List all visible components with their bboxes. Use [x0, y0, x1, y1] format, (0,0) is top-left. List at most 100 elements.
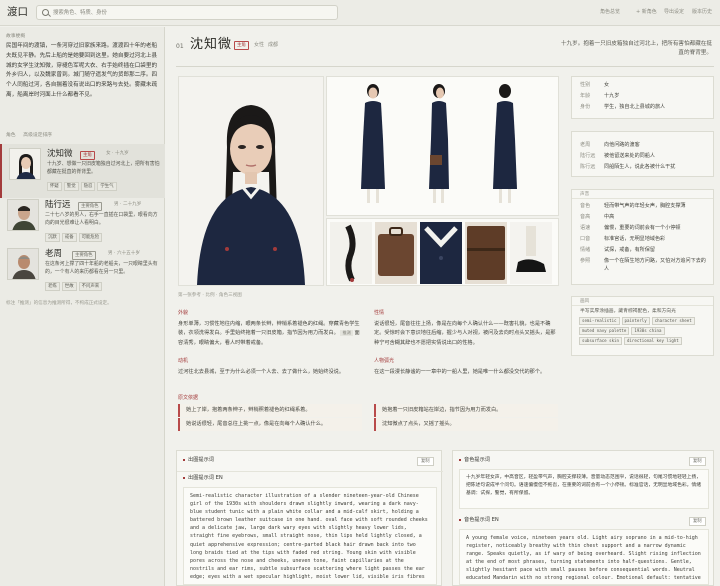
style-chip: subsurface skin	[579, 337, 622, 346]
voice-row: 情绪 试探，戒备，有所保留	[580, 247, 655, 253]
relation-row: 陆行远 被他留送来处的同船人	[580, 153, 655, 159]
character-desc: 二十七八岁的男人，右手一直插在口袋里，眼看向方向的目光很难让人看明白。	[45, 212, 158, 226]
temperament-heading: 性情	[374, 310, 385, 316]
toplink-export[interactable]: 导出设定	[664, 9, 684, 17]
character-desc: 十九岁、想做一只旧皮箱独自过河北上，把所有害怕都藏在挺直的脊背里。	[47, 161, 160, 175]
source-quote: 沈知微点了点头，又摇了摇头。	[374, 418, 558, 431]
character-card-shen[interactable]: 沈知微 主角 女 · 十九岁 十九岁、想做一只旧皮箱独自过河北上，把所有害怕都藏…	[0, 144, 165, 198]
relation-row: 老周 向他问路的渡客	[580, 142, 640, 148]
role-badge: 主角	[234, 41, 249, 50]
image-prompt-box: 出图提示词 复制 出图提示词 EN Semi-realistic charact…	[176, 450, 443, 586]
source-quote: 她抱着一只旧皮箱站在岸边，指节因为用力而发白。	[374, 404, 558, 417]
character-number: 01	[176, 43, 184, 50]
style-chip: painterly	[621, 317, 650, 326]
suitcase-corner-detail	[465, 222, 507, 284]
search-placeholder: 搜索角色、特质、身份	[53, 10, 107, 16]
copy-button[interactable]: 复制	[689, 457, 706, 466]
voice-row: 语速 偏慢，重要的词前会有一个小停顿	[580, 225, 681, 231]
style-chip: 1930s china	[631, 327, 665, 336]
character-card-zhou[interactable]: 老周 主要角色 男 · 六十五十岁 在这条河上撑了四十年船的老船夫，一只眼睛里头…	[0, 244, 165, 298]
voice-prompt-en-text[interactable]: A young female voice, nineteen years old…	[459, 529, 709, 585]
style-chip: semi-realistic	[579, 317, 620, 326]
appearance-text: 身形单薄，习惯性地往内缩，眼两条长辫，辫梢系着褪色的红绳。穿藏青色学生装，衣领洗…	[178, 320, 362, 348]
style-note: 半写实厚涂插画，藏青棕褐配色，柔和方向光	[580, 309, 676, 314]
voice-row: 参照 像一个在陌生地方问路，又怕对方追问下去的人	[580, 258, 706, 272]
braid-detail	[330, 222, 372, 284]
copy-button[interactable]: 复制	[417, 457, 434, 466]
temperament-text: 说话很轻，尾音往往上扬，像是在向每个人确认什么——既害礼貌，也是不确定。受惊时会…	[374, 321, 556, 346]
tag: 可能危险	[78, 233, 103, 242]
character-name: 老周	[45, 249, 63, 259]
tag: 世故	[61, 282, 77, 291]
avatar	[9, 148, 41, 180]
character-age: 男 · 六十五十岁	[108, 251, 140, 256]
motive-text: 过河往北去县城，至于为什么必须一个人去、去了做什么，她始终没说。	[178, 369, 345, 375]
character-age: 女 · 十九岁	[106, 151, 129, 156]
image-prompt-en-text[interactable]: Semi-realistic character illustration of…	[183, 487, 437, 585]
arc-heading: 人物弧光	[374, 358, 395, 364]
source-quote: 她上了岸，抱着两条辫子，辫梢照着褪色的红绳系着。	[178, 404, 362, 417]
sidebar-section-label: 故事梗概	[6, 34, 26, 39]
tag: 沉默	[45, 233, 60, 242]
character-name: 陆行远	[45, 200, 71, 210]
voice-prompt-box: 音色提示词 复制 十九岁年轻女声，中高音区，轻盈带气声，胸腔支撑较薄。音量动态范…	[452, 450, 714, 586]
app-logo[interactable]: 渡口	[7, 5, 28, 21]
character-desc: 在这条河上撑了四十年船的老船夫，一只眼睛里头有的，一个有人的来历都看在另一只里。	[45, 261, 158, 275]
avatar	[7, 248, 39, 280]
toplink-history[interactable]: 版本历史	[692, 9, 712, 17]
relations-panel: 老周 向他问路的渡客 陆行远 被他留送来处的同船人 陈行远 同船陌生人，说此各被什么干…	[571, 131, 714, 177]
image-prompt-en-heading: 出图提示词 EN	[183, 475, 223, 483]
tag: 学生气	[97, 182, 117, 191]
motive-heading: 动机	[178, 358, 189, 364]
info-row: 年龄 十九岁	[580, 93, 620, 99]
toplink-new-character[interactable]: + 新角色	[636, 9, 657, 17]
image-prompt-heading: 出图提示词	[183, 457, 214, 465]
role-badge: 主要角色	[72, 251, 96, 260]
collar-detail	[420, 222, 462, 284]
tag: 隐忍	[80, 182, 96, 191]
character-tags: 沉默 戒备 可能危险	[45, 233, 104, 242]
voice-prompt-en-heading: 音色提示词 EN	[459, 517, 499, 525]
character-tags: 怀疑 警觉 隐忍 学生气	[47, 182, 119, 191]
meta-city: 成都	[268, 42, 279, 48]
toplink-overview[interactable]: 角色总览	[600, 9, 620, 17]
relation-row: 陈行远 同船陌生人，说此各被什么干扰	[580, 164, 676, 170]
voice-prompt-text[interactable]: 十九岁年轻女声，中高音区，轻盈带气声，胸腔支撑较薄。音量动态范围窄，说话很轻，句…	[459, 469, 709, 509]
voice-row: 口音 标准官话，无明显地域色彩	[580, 236, 666, 242]
search-icon	[42, 9, 49, 16]
tab-sort[interactable]: 高级设定排序	[23, 133, 52, 138]
sidebar-footer: 标注「推测」的信息为推测所得，不构成正式设定。	[6, 301, 112, 306]
character-tags: 老练 世故 不问声来	[45, 282, 104, 291]
tab-characters[interactable]: 角色	[6, 133, 16, 138]
appearance-heading: 外貌	[178, 310, 189, 316]
speculation-badge: 推测	[340, 330, 353, 337]
image-caption: 第一张参考 · 比例 · 角色三视图	[178, 293, 242, 298]
role-badge: 主要角色	[78, 202, 102, 211]
story-intro: 民国年间的渡镇，一条河穿过旧家族来路。渡渡四十年的老船夫既见平静。先后上船的是她…	[6, 43, 158, 98]
voice-prompt-heading: 音色提示词	[459, 457, 490, 465]
portrait-image[interactable]	[178, 76, 324, 286]
page-title: 沈知微	[190, 37, 233, 52]
detail-images[interactable]	[326, 218, 559, 286]
voice-row: 音高 中高	[580, 214, 615, 220]
character-age: 男 · 二十九岁	[114, 202, 142, 207]
search-input[interactable]: 搜索角色、特质、身份	[36, 5, 338, 20]
meta-gender: 女性	[254, 42, 265, 48]
basic-info-panel: 性别女 年龄 十九岁 身份 学生，独自北上县城的旅人	[571, 76, 714, 119]
style-panel-heading: 画风	[572, 297, 713, 306]
appearance-body: 身形单薄，习惯性地往内缩，眼两条长辫，辫梢系着褪色的红绳。穿藏青色学生装，衣领洗…	[178, 321, 360, 337]
style-chips: semi-realistic painterly character sheet mu…	[572, 315, 713, 347]
voice-row: 音色 轻而带气声的年轻女声，胸腔支撑薄	[580, 203, 686, 209]
style-chip: character sheet	[651, 317, 695, 326]
style-chip: directional key light	[623, 337, 682, 346]
style-chip: muted navy palette	[579, 327, 630, 336]
shoe-detail	[510, 222, 552, 284]
turnaround-image[interactable]	[326, 76, 559, 216]
copy-button[interactable]: 复制	[689, 517, 706, 526]
character-quote: 十九岁。抱着一只旧皮箱独自过河北上，把所有害怕都藏在挺直的脊背里。	[560, 41, 712, 56]
character-name: 沈知微	[47, 149, 73, 159]
voice-panel: 声音 音色 轻而带气声的年轻女声，胸腔支撑薄 音高 中高 语速 偏慢，重要的词前会有一…	[571, 189, 714, 285]
character-card-lu[interactable]: 陆行远 主要角色 男 · 二十九岁 二十七八岁的男人，右手一直插在口袋里，眼看向…	[0, 195, 165, 249]
tag: 怀疑	[47, 182, 62, 191]
style-panel: 画风 半写实厚涂插画，藏青棕褐配色，柔和方向光 semi-realistic pa…	[571, 296, 714, 356]
